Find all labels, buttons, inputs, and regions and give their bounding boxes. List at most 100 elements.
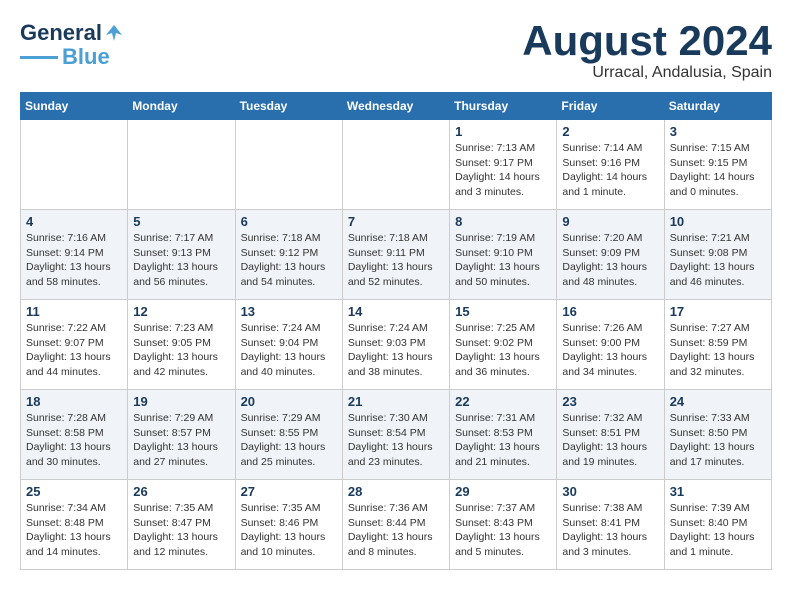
calendar-day-cell: 11 Sunrise: 7:22 AM Sunset: 9:07 PM Dayli…: [21, 300, 128, 390]
day-number: 27: [241, 484, 337, 499]
calendar-day-cell: 21Sunrise: 7:30 AM Sunset: 8:54 PM Dayli…: [342, 390, 449, 480]
day-number: 18: [26, 394, 122, 409]
day-info: Sunrise: 7:27 AM Sunset: 8:59 PM Dayligh…: [670, 321, 766, 380]
calendar-day-cell: 4 Sunrise: 7:16 AM Sunset: 9:14 PM Daylig…: [21, 210, 128, 300]
calendar-week-row: 1 Sunrise: 7:13 AM Sunset: 9:17 PM Daylig…: [21, 120, 772, 210]
calendar-day-cell: 9 Sunrise: 7:20 AM Sunset: 9:09 PM Daylig…: [557, 210, 664, 300]
day-number: 16: [562, 304, 658, 319]
calendar-day-cell: 30Sunrise: 7:38 AM Sunset: 8:41 PM Dayli…: [557, 480, 664, 570]
weekday-header-row: SundayMondayTuesdayWednesdayThursdayFrid…: [21, 93, 772, 120]
day-info: Sunrise: 7:15 AM Sunset: 9:15 PM Dayligh…: [670, 141, 766, 200]
weekday-header-cell: Wednesday: [342, 93, 449, 120]
calendar-day-cell: 10Sunrise: 7:21 AM Sunset: 9:08 PM Dayli…: [664, 210, 771, 300]
weekday-header-cell: Friday: [557, 93, 664, 120]
calendar-day-cell: 27Sunrise: 7:35 AM Sunset: 8:46 PM Dayli…: [235, 480, 342, 570]
calendar-day-cell: 26 Sunrise: 7:35 AM Sunset: 8:47 PM Dayli…: [128, 480, 235, 570]
day-number: 11: [26, 304, 122, 319]
day-number: 14: [348, 304, 444, 319]
calendar-day-cell: [128, 120, 235, 210]
day-number: 6: [241, 214, 337, 229]
day-number: 28: [348, 484, 444, 499]
weekday-header-cell: Tuesday: [235, 93, 342, 120]
calendar-day-cell: 5 Sunrise: 7:17 AM Sunset: 9:13 PM Daylig…: [128, 210, 235, 300]
calendar-day-cell: 3 Sunrise: 7:15 AM Sunset: 9:15 PM Daylig…: [664, 120, 771, 210]
day-info: Sunrise: 7:16 AM Sunset: 9:14 PM Dayligh…: [26, 231, 122, 290]
day-number: 26: [133, 484, 229, 499]
day-info: Sunrise: 7:20 AM Sunset: 9:09 PM Dayligh…: [562, 231, 658, 290]
calendar-day-cell: 13 Sunrise: 7:24 AM Sunset: 9:04 PM Dayli…: [235, 300, 342, 390]
calendar-table: SundayMondayTuesdayWednesdayThursdayFrid…: [20, 92, 772, 570]
calendar-week-row: 25 Sunrise: 7:34 AM Sunset: 8:48 PM Dayli…: [21, 480, 772, 570]
day-info: Sunrise: 7:13 AM Sunset: 9:17 PM Dayligh…: [455, 141, 551, 200]
day-number: 15: [455, 304, 551, 319]
day-info: Sunrise: 7:24 AM Sunset: 9:04 PM Dayligh…: [241, 321, 337, 380]
day-info: Sunrise: 7:25 AM Sunset: 9:02 PM Dayligh…: [455, 321, 551, 380]
calendar-week-row: 11 Sunrise: 7:22 AM Sunset: 9:07 PM Dayli…: [21, 300, 772, 390]
day-number: 2: [562, 124, 658, 139]
day-info: Sunrise: 7:24 AM Sunset: 9:03 PM Dayligh…: [348, 321, 444, 380]
day-info: Sunrise: 7:28 AM Sunset: 8:58 PM Dayligh…: [26, 411, 122, 470]
calendar-day-cell: 7 Sunrise: 7:18 AM Sunset: 9:11 PM Daylig…: [342, 210, 449, 300]
day-info: Sunrise: 7:29 AM Sunset: 8:55 PM Dayligh…: [241, 411, 337, 470]
day-info: Sunrise: 7:32 AM Sunset: 8:51 PM Dayligh…: [562, 411, 658, 470]
day-number: 4: [26, 214, 122, 229]
day-number: 12: [133, 304, 229, 319]
day-number: 23: [562, 394, 658, 409]
day-number: 13: [241, 304, 337, 319]
calendar-day-cell: 6Sunrise: 7:18 AM Sunset: 9:12 PM Daylig…: [235, 210, 342, 300]
day-info: Sunrise: 7:18 AM Sunset: 9:11 PM Dayligh…: [348, 231, 444, 290]
calendar-day-cell: 20Sunrise: 7:29 AM Sunset: 8:55 PM Dayli…: [235, 390, 342, 480]
day-info: Sunrise: 7:33 AM Sunset: 8:50 PM Dayligh…: [670, 411, 766, 470]
logo: General Blue: [20, 20, 124, 70]
calendar-day-cell: 28Sunrise: 7:36 AM Sunset: 8:44 PM Dayli…: [342, 480, 449, 570]
logo-bird-icon: [104, 23, 124, 43]
day-number: 9: [562, 214, 658, 229]
calendar-day-cell: [235, 120, 342, 210]
calendar-day-cell: 23 Sunrise: 7:32 AM Sunset: 8:51 PM Dayli…: [557, 390, 664, 480]
calendar-day-cell: 25 Sunrise: 7:34 AM Sunset: 8:48 PM Dayli…: [21, 480, 128, 570]
calendar-day-cell: 14 Sunrise: 7:24 AM Sunset: 9:03 PM Dayli…: [342, 300, 449, 390]
calendar-week-row: 18 Sunrise: 7:28 AM Sunset: 8:58 PM Dayli…: [21, 390, 772, 480]
day-info: Sunrise: 7:30 AM Sunset: 8:54 PM Dayligh…: [348, 411, 444, 470]
calendar-day-cell: 31 Sunrise: 7:39 AM Sunset: 8:40 PM Dayli…: [664, 480, 771, 570]
day-number: 30: [562, 484, 658, 499]
page-header: General Blue August 2024 Urracal, Andalu…: [20, 20, 772, 82]
day-number: 17: [670, 304, 766, 319]
calendar-day-cell: 15 Sunrise: 7:25 AM Sunset: 9:02 PM Dayli…: [450, 300, 557, 390]
day-info: Sunrise: 7:35 AM Sunset: 8:47 PM Dayligh…: [133, 501, 229, 560]
calendar-day-cell: [21, 120, 128, 210]
day-info: Sunrise: 7:31 AM Sunset: 8:53 PM Dayligh…: [455, 411, 551, 470]
day-info: Sunrise: 7:34 AM Sunset: 8:48 PM Dayligh…: [26, 501, 122, 560]
weekday-header-cell: Thursday: [450, 93, 557, 120]
weekday-header-cell: Monday: [128, 93, 235, 120]
logo-general: General: [20, 20, 102, 46]
day-number: 22: [455, 394, 551, 409]
day-info: Sunrise: 7:19 AM Sunset: 9:10 PM Dayligh…: [455, 231, 551, 290]
calendar-day-cell: 29Sunrise: 7:37 AM Sunset: 8:43 PM Dayli…: [450, 480, 557, 570]
day-number: 25: [26, 484, 122, 499]
day-number: 7: [348, 214, 444, 229]
day-info: Sunrise: 7:37 AM Sunset: 8:43 PM Dayligh…: [455, 501, 551, 560]
day-info: Sunrise: 7:21 AM Sunset: 9:08 PM Dayligh…: [670, 231, 766, 290]
day-info: Sunrise: 7:22 AM Sunset: 9:07 PM Dayligh…: [26, 321, 122, 380]
day-number: 3: [670, 124, 766, 139]
location-subtitle: Urracal, Andalusia, Spain: [522, 64, 772, 82]
day-info: Sunrise: 7:14 AM Sunset: 9:16 PM Dayligh…: [562, 141, 658, 200]
day-info: Sunrise: 7:23 AM Sunset: 9:05 PM Dayligh…: [133, 321, 229, 380]
calendar-day-cell: 1 Sunrise: 7:13 AM Sunset: 9:17 PM Daylig…: [450, 120, 557, 210]
day-number: 5: [133, 214, 229, 229]
day-number: 8: [455, 214, 551, 229]
weekday-header-cell: Sunday: [21, 93, 128, 120]
calendar-day-cell: 12 Sunrise: 7:23 AM Sunset: 9:05 PM Dayli…: [128, 300, 235, 390]
calendar-day-cell: [342, 120, 449, 210]
day-number: 31: [670, 484, 766, 499]
month-year-title: August 2024: [522, 20, 772, 62]
day-number: 1: [455, 124, 551, 139]
calendar-body: 1 Sunrise: 7:13 AM Sunset: 9:17 PM Daylig…: [21, 120, 772, 570]
calendar-week-row: 4 Sunrise: 7:16 AM Sunset: 9:14 PM Daylig…: [21, 210, 772, 300]
day-info: Sunrise: 7:39 AM Sunset: 8:40 PM Dayligh…: [670, 501, 766, 560]
day-info: Sunrise: 7:29 AM Sunset: 8:57 PM Dayligh…: [133, 411, 229, 470]
day-number: 19: [133, 394, 229, 409]
day-info: Sunrise: 7:17 AM Sunset: 9:13 PM Dayligh…: [133, 231, 229, 290]
calendar-day-cell: 16Sunrise: 7:26 AM Sunset: 9:00 PM Dayli…: [557, 300, 664, 390]
